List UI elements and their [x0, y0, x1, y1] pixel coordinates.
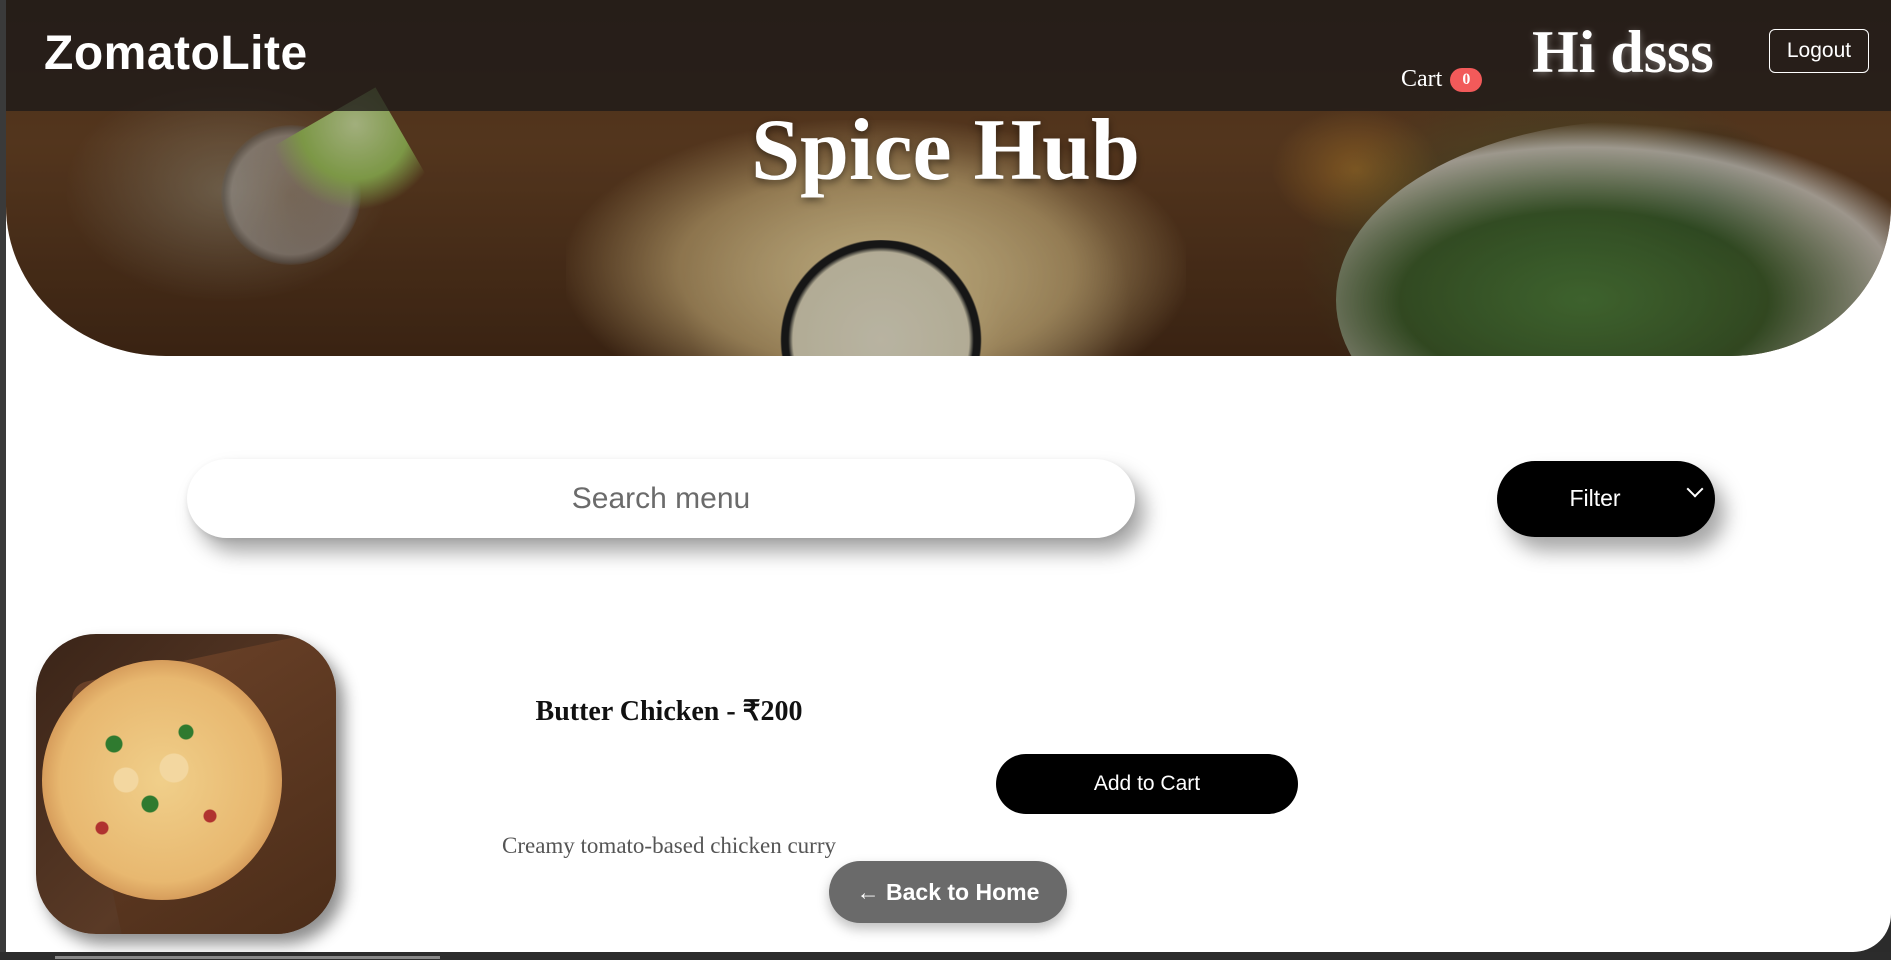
- menu-item-name: Butter Chicken - ₹200: [535, 696, 803, 727]
- search-menu-input[interactable]: [187, 459, 1135, 538]
- window-bottom-edge: [0, 952, 1891, 960]
- restaurant-page: Spice Hub ZomatoLite Cart 0 Hi dsss Logo…: [6, 0, 1891, 952]
- user-greeting: Hi dsss: [1532, 19, 1714, 85]
- brand-logo[interactable]: ZomatoLite: [44, 26, 308, 81]
- cart-count-badge: 0: [1450, 67, 1483, 92]
- filter-label: Filter: [1569, 485, 1621, 511]
- restaurant-title: Spice Hub: [751, 102, 1140, 199]
- add-to-cart-button[interactable]: Add to Cart: [996, 754, 1298, 814]
- pizza: [42, 660, 282, 900]
- filter-dropdown[interactable]: Filter: [1497, 461, 1715, 537]
- cart-label: Cart: [1401, 66, 1443, 92]
- horizontal-scrollbar[interactable]: [55, 956, 440, 959]
- back-to-home-button[interactable]: ← Back to Home: [829, 861, 1067, 923]
- menu-item-image: [36, 634, 336, 934]
- menu-item-description: Creamy tomato-based chicken curry: [501, 833, 836, 858]
- top-navbar: ZomatoLite Cart 0 Hi dsss Logout: [6, 0, 1891, 111]
- cart-link[interactable]: Cart 0: [1401, 66, 1483, 93]
- logout-button[interactable]: Logout: [1769, 29, 1869, 73]
